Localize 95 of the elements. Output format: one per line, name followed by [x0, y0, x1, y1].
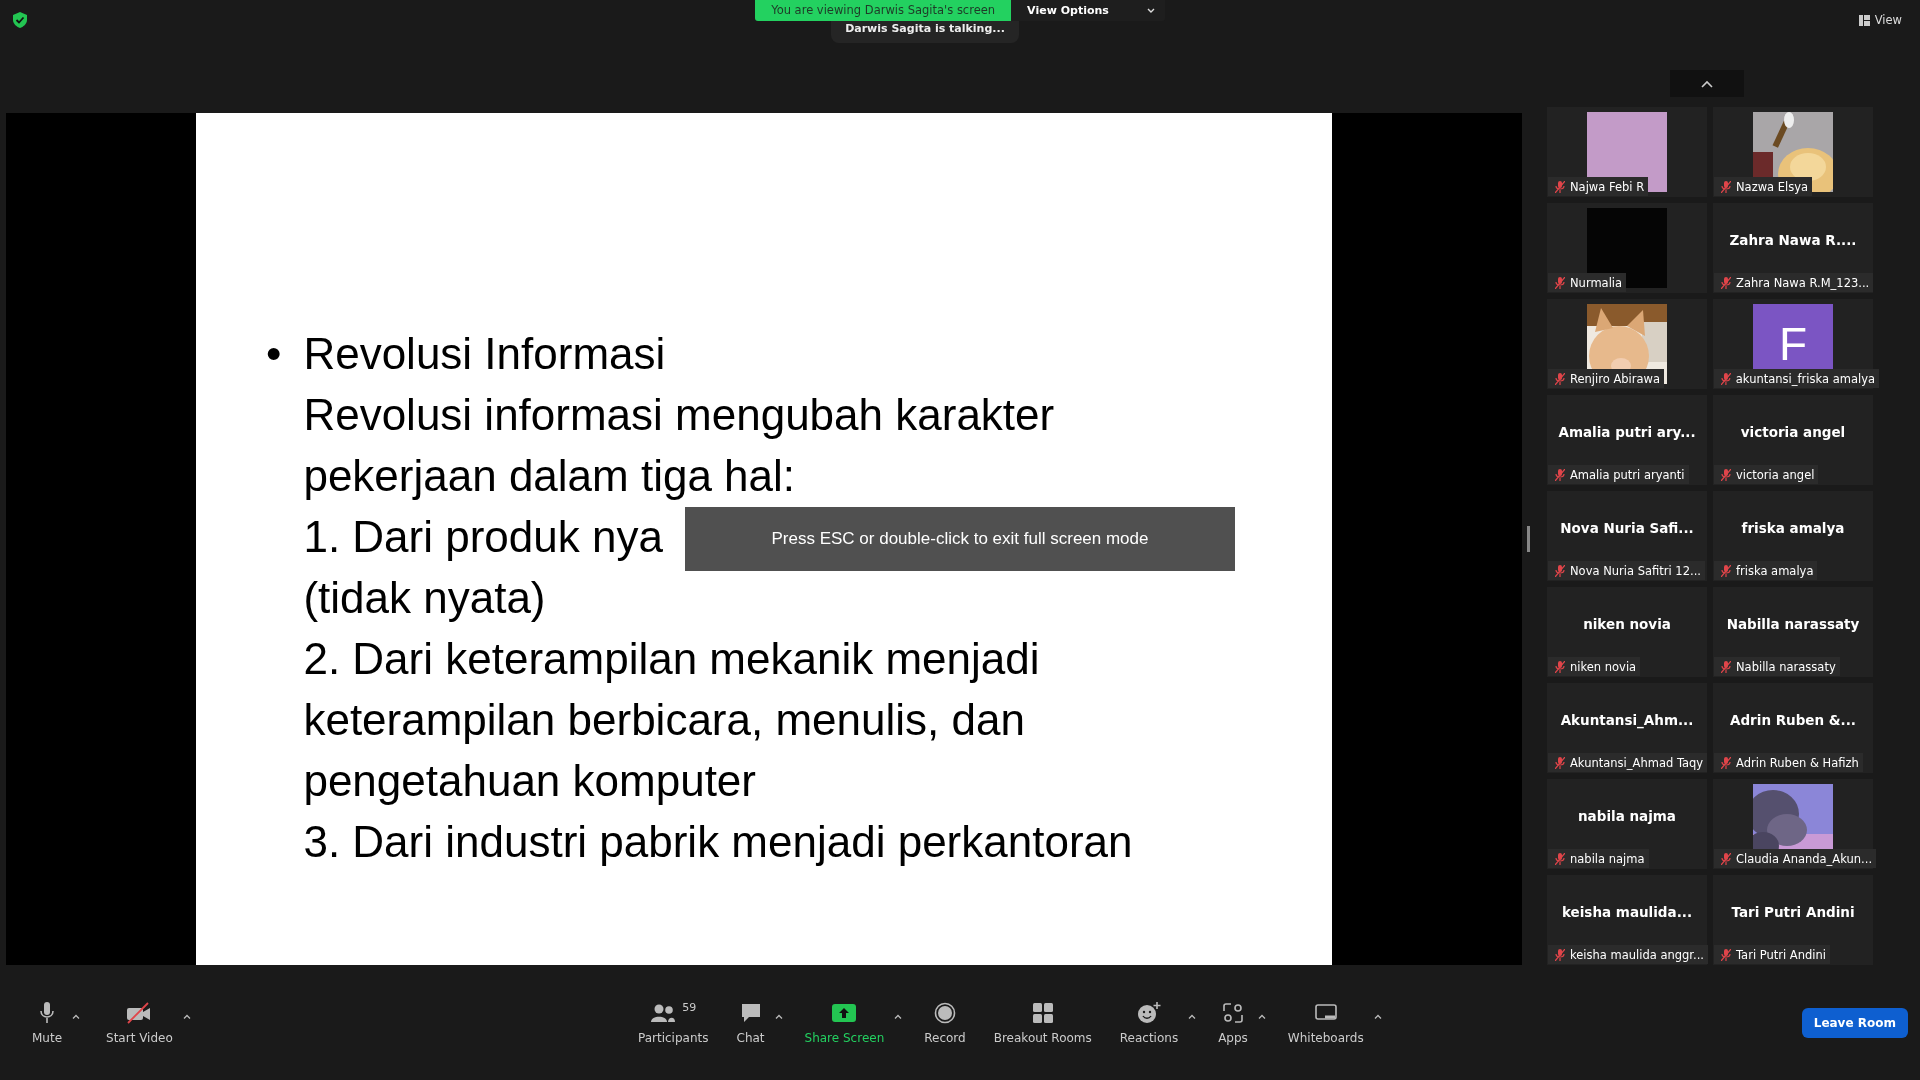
slide-text-line: keterampilan berbicara, menulis, dan [303, 694, 1025, 746]
participant-label-text: Nabilla narassaty [1736, 659, 1836, 674]
participant-label-text: Akuntansi_Ahmad Taqy [1570, 755, 1704, 770]
participant-label-text: Renjiro Abirawa [1570, 371, 1660, 386]
chevron-down-icon [1146, 7, 1155, 14]
participant-name: nabila najma [1578, 808, 1676, 824]
grid-icon [1858, 14, 1870, 26]
participant-label-text: Nova Nuria Safitri 12... [1570, 563, 1701, 578]
participant-name: Zahra Nawa R.... [1729, 232, 1857, 248]
participant-tile[interactable]: Nova Nuria Safi... Nova Nuria Safitri 12... [1547, 491, 1707, 581]
participant-tile[interactable]: Renjiro Abirawa [1547, 299, 1707, 389]
participant-name: victoria angel [1740, 424, 1846, 440]
caret-icon [72, 1013, 81, 1019]
toolbar-button[interactable]: Apps [1210, 996, 1256, 1049]
talking-indicator: Darwis Sagita is talking... [831, 21, 1019, 43]
participant-tile[interactable]: niken novia niken novia [1547, 587, 1707, 677]
participant-tile[interactable]: nabila najma nabila najma [1547, 779, 1707, 869]
slide-text-line: Revolusi Informasi [303, 328, 666, 380]
participant-label-text: friska amalya [1736, 563, 1814, 578]
toolbar-button[interactable]: Whiteboards [1279, 996, 1372, 1049]
toolbar-button[interactable]: Chat [728, 996, 773, 1049]
participant-label-text: keisha maulida anggr... [1570, 947, 1704, 962]
slide-text-line: Revolusi informasi mengubah karakter [303, 389, 1055, 441]
toolbar-button[interactable]: Start Video [98, 996, 181, 1049]
participant-label-text: Amalia putri aryanti [1570, 467, 1685, 482]
participant-label-text: Tari Putri Andini [1736, 947, 1826, 962]
toolbar-button[interactable]: 59 Participants [630, 996, 717, 1049]
participant-tile[interactable]: victoria angel victoria angel [1713, 395, 1873, 485]
slide-text-line: 1. Dari produk nya [303, 511, 663, 563]
participant-name: niken novia [1583, 616, 1671, 632]
smiley-icon [1136, 1001, 1161, 1024]
participant-label-text: Najwa Febi R [1570, 179, 1645, 194]
resize-handle[interactable] [1527, 526, 1530, 552]
people-icon [650, 1002, 677, 1023]
participant-name: Amalia putri ary... [1558, 424, 1696, 440]
viewing-banner: You are viewing Darwis Sagita's screen [755, 0, 1012, 21]
toolbar-button[interactable]: Reactions [1111, 996, 1187, 1049]
participant-tile[interactable]: Tari Putri Andini Tari Putri Andini [1713, 875, 1873, 965]
participant-tile[interactable]: keisha maulida... keisha maulida anggr... [1547, 875, 1707, 965]
shield-icon [13, 12, 27, 28]
participant-name: Adrin Ruben &... [1730, 712, 1856, 728]
participant-tile[interactable]: Nabilla narassaty Nabilla narassaty [1713, 587, 1873, 677]
participant-tile[interactable]: Akuntansi_Ahm... Akuntansi_Ahmad Taqy [1547, 683, 1707, 773]
participant-label-text: niken novia [1570, 659, 1637, 674]
share-screen-icon [832, 1003, 857, 1022]
bullet: • [266, 328, 282, 380]
slide-text-line: (tidak nyata) [303, 572, 546, 624]
toolbar-button[interactable]: Mute [24, 996, 71, 1049]
caret-icon [1257, 1013, 1266, 1019]
view-button[interactable]: View [1852, 12, 1908, 28]
toolbar-button[interactable]: Share Screen [796, 996, 893, 1049]
whiteboard-icon [1314, 1003, 1337, 1022]
toolbar-button[interactable]: Record [916, 996, 974, 1049]
participant-label-text: Claudia Ananda_Akun... [1736, 851, 1873, 866]
grid-icon [1032, 1002, 1053, 1023]
caret-icon [774, 1013, 783, 1019]
caret-icon [1373, 1013, 1382, 1019]
participant-tile[interactable]: Najwa Febi R [1547, 107, 1707, 197]
microphone-icon [39, 1001, 55, 1024]
slide-text-line: pekerjaan dalam tiga hal: [303, 450, 796, 502]
fullscreen-notice: Press ESC or double-click to exit full screen mode [685, 507, 1235, 571]
chevron-up-icon [1701, 79, 1713, 88]
participant-count: 59 [682, 1000, 697, 1014]
toolbar-button[interactable]: Breakout Rooms [985, 996, 1100, 1049]
participant-label-text: victoria angel [1736, 467, 1815, 482]
participant-tile[interactable]: Adrin Ruben &... Adrin Ruben & Hafizh [1713, 683, 1873, 773]
record-icon [934, 1001, 956, 1024]
participant-tile[interactable]: Claudia Ananda_Akun... [1713, 779, 1873, 869]
caret-icon [1188, 1013, 1197, 1019]
participant-label-text: Nazwa Elsya [1736, 179, 1809, 194]
leave-room-button[interactable]: Leave Room [1801, 1007, 1908, 1038]
participant-name: Nabilla narassaty [1726, 616, 1860, 632]
participant-name: Tari Putri Andini [1731, 904, 1855, 920]
caret-icon [182, 1013, 191, 1019]
slide-text-line: 2. Dari keterampilan mekanik menjadi [303, 633, 1040, 685]
chat-icon [739, 1001, 762, 1024]
participant-tile[interactable]: Nazwa Elsya [1713, 107, 1873, 197]
apps-icon [1223, 1002, 1243, 1023]
slide-text-line: pengetahuan komputer [303, 755, 756, 807]
participant-name: keisha maulida... [1561, 904, 1693, 920]
participant-name: Akuntansi_Ahm... [1560, 712, 1694, 728]
caret-icon [894, 1013, 903, 1019]
participant-name: Nova Nuria Safi... [1560, 520, 1694, 536]
participant-label-text: nabila najma [1570, 851, 1645, 866]
participant-label-text: Adrin Ruben & Hafizh [1736, 755, 1859, 770]
participant-tile[interactable]: Amalia putri ary... Amalia putri aryanti [1547, 395, 1707, 485]
participant-label-text: Zahra Nawa R.M_123... [1736, 275, 1870, 290]
participant-name: friska amalya [1741, 520, 1845, 536]
slide-text-line: 3. Dari industri pabrik menjadi perkantoran [303, 816, 1133, 868]
view-options-button[interactable]: View Options [1011, 0, 1165, 21]
participant-tile[interactable]: Zahra Nawa R.... Zahra Nawa R.M_123... [1713, 203, 1873, 293]
participant-tile[interactable]: friska amalya friska amalya [1713, 491, 1873, 581]
participant-tile[interactable]: Nurmalia [1547, 203, 1707, 293]
participant-label-text: Nurmalia [1570, 275, 1623, 290]
video-off-icon [126, 1001, 153, 1024]
